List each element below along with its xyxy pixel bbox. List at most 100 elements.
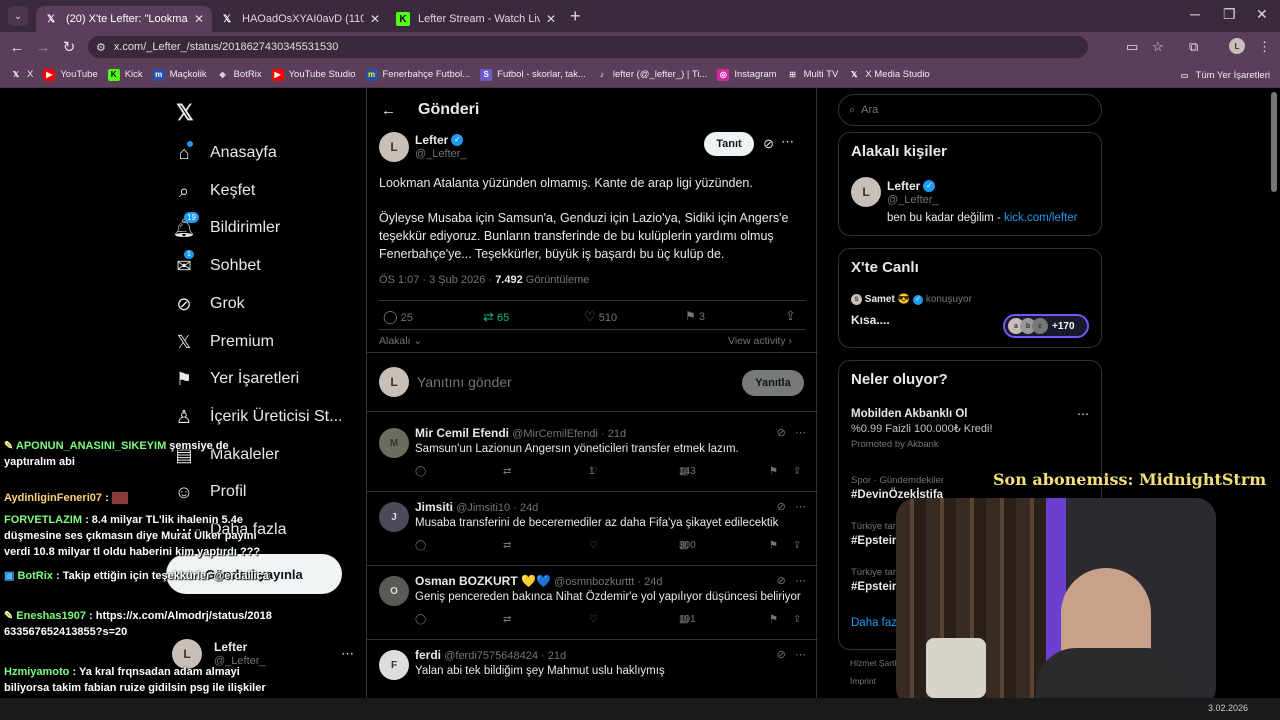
menu-icon[interactable]: ⋮ bbox=[1258, 39, 1271, 55]
bookmark-kick[interactable]: K Kick bbox=[107, 68, 143, 81]
bio-link[interactable]: kick.com/lefter bbox=[1004, 212, 1078, 224]
trend-item[interactable]: Mobilden Akbanklı Ol %0.99 Faizli 100.00… bbox=[851, 407, 993, 452]
heart-icon[interactable]: ♡ bbox=[589, 614, 598, 625]
share-icon[interactable]: ⇪ bbox=[785, 308, 796, 324]
reply-tweet[interactable]: O Osman BOZKURT 💛💙 @osmnbozkurttt · 24d … bbox=[367, 566, 818, 640]
live-title[interactable]: Kısa.... bbox=[851, 313, 890, 327]
bookmark-action[interactable]: ⚑ 3 bbox=[685, 309, 705, 323]
grok-icon[interactable]: ⊘ bbox=[777, 427, 786, 439]
avatar[interactable]: L bbox=[379, 132, 409, 162]
view-activity-link[interactable]: View activity › bbox=[728, 335, 792, 347]
grok-icon[interactable]: ⊘ bbox=[777, 649, 786, 661]
grok-icon[interactable]: ⊘ bbox=[763, 136, 774, 152]
bookmark-x[interactable]: 𝕏X bbox=[10, 69, 34, 81]
nav-premium[interactable]: 𝕏 Premium bbox=[172, 323, 274, 361]
share-icon[interactable]: ⇪ bbox=[793, 540, 801, 551]
new-tab-button[interactable]: + bbox=[570, 6, 581, 27]
reply-icon[interactable]: ◯ bbox=[415, 540, 426, 551]
back-arrow-icon[interactable]: ← bbox=[4, 39, 30, 56]
reload-icon[interactable]: ↻ bbox=[56, 38, 82, 56]
bookmark-instagram[interactable]: ◎ Instagram bbox=[717, 68, 777, 81]
close-icon[interactable]: ✕ bbox=[546, 12, 556, 26]
grok-icon[interactable]: ⊘ bbox=[777, 575, 786, 587]
avatar[interactable]: M bbox=[379, 428, 409, 458]
cast-icon[interactable]: ▭ bbox=[1126, 39, 1138, 55]
more-icon[interactable]: ⋯ bbox=[795, 427, 806, 439]
scrollbar-thumb[interactable] bbox=[1271, 92, 1277, 192]
sort-dropdown[interactable]: Alakalı ⌄ bbox=[379, 335, 422, 347]
reply-icon[interactable]: ◯ bbox=[415, 614, 426, 625]
nav-home[interactable]: ⌂ Anasayfa bbox=[172, 134, 277, 172]
reply-tweet[interactable]: J Jimsiti @Jimsiti10 · 24d Musaba transf… bbox=[367, 492, 818, 566]
bookmark-fenerbahce[interactable]: m Fenerbahçe Futbol... bbox=[365, 68, 470, 81]
site-info-icon[interactable]: ⚙ bbox=[96, 41, 106, 54]
retweet-icon[interactable]: ⇄ bbox=[503, 466, 511, 477]
avatar[interactable]: J bbox=[379, 502, 409, 532]
bookmark-futbol[interactable]: S Futbol - skorlar, tak... bbox=[480, 68, 586, 81]
avatar[interactable]: F bbox=[379, 650, 409, 680]
bookmark-botrix[interactable]: ◈ BotRix bbox=[217, 69, 262, 81]
nav-explore[interactable]: ⌕ Keşfet bbox=[172, 172, 255, 210]
bookmark-x-media-studio[interactable]: 𝕏X Media Studio bbox=[848, 69, 930, 81]
reply-menu: ⊘ ⋯ bbox=[777, 426, 806, 439]
browser-tab-2[interactable]: 𝕏 HAOadOsXYAI0avD (1100×121 ✕ bbox=[212, 6, 388, 32]
reply-button[interactable]: Yanıtla bbox=[742, 370, 804, 396]
all-bookmarks[interactable]: ▭ Tüm Yer İşaretleri bbox=[1179, 69, 1270, 81]
tab-search-button[interactable]: ⌄ bbox=[8, 6, 28, 26]
retweet-icon[interactable]: ⇄ bbox=[503, 614, 511, 625]
live-host[interactable]: S Samet 😎 ✓ konuşuyor bbox=[851, 294, 972, 305]
footer-imprint[interactable]: İmprint bbox=[850, 676, 876, 686]
bookmark-mackolik[interactable]: m Maçkolik bbox=[152, 68, 207, 81]
more-icon[interactable]: ⋯ bbox=[795, 575, 806, 587]
bookmark-multitv[interactable]: ⊞ Multi TV bbox=[787, 69, 838, 81]
minimize-icon[interactable]: ─ bbox=[1190, 6, 1200, 22]
live-listeners[interactable]: a b c +170 bbox=[1003, 314, 1089, 338]
more-icon[interactable]: ⋯ bbox=[795, 501, 806, 513]
retweet-action[interactable]: ⇄ 65 bbox=[483, 309, 509, 325]
nav-bookmarks[interactable]: ⚑ Yer İşaretleri bbox=[172, 360, 299, 398]
share-icon[interactable]: ⇪ bbox=[793, 466, 801, 477]
star-icon[interactable]: ☆ bbox=[1152, 39, 1164, 55]
promote-button[interactable]: Tanıt bbox=[704, 132, 754, 156]
more-icon[interactable]: ⋯ bbox=[781, 134, 794, 150]
browser-tab-1[interactable]: 𝕏 (20) X'te Lefter: "Lookman Atala ✕ bbox=[36, 6, 212, 32]
nav-notifications[interactable]: 🔔︎ 19 Bildirimler bbox=[172, 209, 280, 247]
page-scrollbar[interactable] bbox=[1270, 90, 1278, 700]
person-name[interactable]: Lefter bbox=[887, 179, 920, 193]
address-bar[interactable]: ⚙ x.com/_Lefter_/status/2018627430345531… bbox=[88, 36, 1088, 58]
browser-tab-3[interactable]: K Lefter Stream - Watch Live on K ✕ bbox=[388, 6, 564, 32]
share-icon[interactable]: ⇪ bbox=[793, 614, 801, 625]
x-logo-icon[interactable]: 𝕏 bbox=[176, 100, 194, 126]
reply-action[interactable]: ◯ 25 bbox=[383, 309, 413, 325]
search-input[interactable]: ⌕ Ara bbox=[838, 94, 1102, 126]
bookmark-youtube[interactable]: ▶ YouTube bbox=[43, 68, 98, 81]
like-action[interactable]: ♡ 510 bbox=[584, 309, 617, 325]
forward-arrow-icon[interactable]: → bbox=[30, 39, 56, 56]
close-window-icon[interactable]: ✕ bbox=[1256, 6, 1268, 23]
close-icon[interactable]: ✕ bbox=[194, 12, 204, 26]
grok-icon[interactable]: ⊘ bbox=[777, 501, 786, 513]
nav-grok[interactable]: ⊘ Grok bbox=[172, 285, 244, 323]
nav-chat[interactable]: ✉ 1 Sohbet bbox=[172, 247, 261, 285]
avatar[interactable]: O bbox=[379, 576, 409, 606]
reply-input[interactable]: Yanıtını gönder bbox=[417, 374, 512, 390]
close-icon[interactable]: ✕ bbox=[370, 12, 380, 26]
reply-tweet[interactable]: M Mir Cemil Efendi @MirCemilEfendi · 21d… bbox=[367, 418, 818, 492]
more-icon[interactable]: ⋯ bbox=[341, 646, 354, 662]
bookmark-icon[interactable]: ⚑ bbox=[769, 540, 778, 551]
avatar[interactable]: L bbox=[851, 177, 881, 207]
more-icon[interactable]: ⋯ bbox=[795, 649, 806, 661]
retweet-icon[interactable]: ⇄ bbox=[503, 540, 511, 551]
bookmark-icon[interactable]: ⚑ bbox=[769, 466, 778, 477]
author-name[interactable]: Lefter bbox=[415, 133, 448, 147]
more-icon[interactable]: ⋯ bbox=[1077, 407, 1089, 421]
reply-icon[interactable]: ◯ bbox=[415, 466, 426, 477]
bookmark-icon[interactable]: ⚑ bbox=[769, 614, 778, 625]
extensions-icon[interactable]: ⧉ bbox=[1189, 39, 1198, 55]
back-arrow-icon[interactable]: ← bbox=[381, 102, 396, 119]
bookmark-tiktok[interactable]: ♪ lefter (@_lefter_) | Ti... bbox=[596, 69, 707, 81]
maximize-icon[interactable]: ❐ bbox=[1223, 6, 1236, 23]
profile-avatar[interactable]: L bbox=[1229, 38, 1245, 54]
heart-icon[interactable]: ♡ bbox=[589, 540, 598, 551]
bookmark-youtube-studio[interactable]: ▶ YouTube Studio bbox=[271, 68, 356, 81]
